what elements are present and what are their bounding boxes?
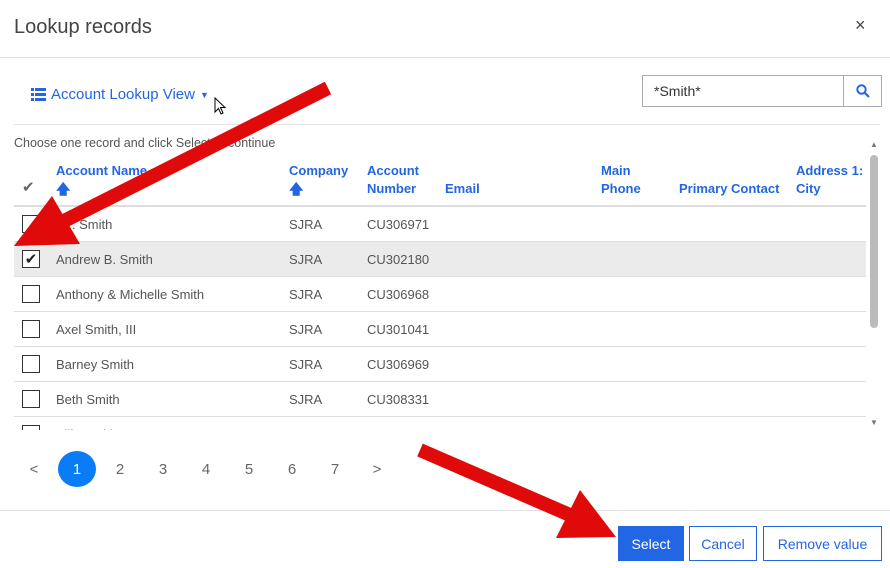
table-row[interactable]: Barney Smith SJRA CU306969 [14, 347, 866, 382]
cell-account-number: CU308331 [367, 392, 430, 407]
cell-account-name[interactable]: Beth Smith [56, 392, 120, 407]
column-header-account-name[interactable]: Account Name 🡅 [56, 162, 147, 198]
column-header-company[interactable]: Company 🡅 [289, 162, 348, 198]
dialog-title: Lookup records [14, 16, 152, 38]
row-checkbox[interactable] [22, 355, 40, 373]
header-label: Account Name [56, 163, 148, 178]
pagination-prev[interactable]: < [15, 451, 53, 487]
table-row[interactable]: Beth Smith SJRA CU308331 [14, 382, 866, 417]
search-icon [855, 84, 870, 98]
cell-company: SJRA [289, 427, 322, 430]
select-button[interactable]: Select [618, 526, 684, 561]
scrollbar-thumb[interactable] [870, 155, 878, 328]
scroll-up-icon[interactable]: ▲ [870, 140, 878, 149]
row-checkbox[interactable] [22, 320, 40, 338]
pagination-page[interactable]: 1 [58, 451, 96, 487]
search-input[interactable] [642, 75, 844, 107]
column-header-city[interactable]: Address 1: City [796, 162, 866, 198]
cell-account-number: CU306968 [367, 287, 430, 302]
table-row[interactable]: Billy Smith SJRA CU308054 [14, 417, 866, 430]
scroll-down-icon[interactable]: ▼ [870, 418, 878, 427]
pagination-page[interactable]: 3 [144, 451, 182, 487]
cell-company: SJRA [289, 392, 323, 407]
cell-account-name[interactable]: A... Smith [56, 217, 112, 232]
cell-company: SJRA [289, 252, 323, 267]
table-row[interactable]: ✔ Andrew B. Smith SJRA CU302180 [14, 242, 866, 277]
cell-company: SJRA [289, 322, 323, 337]
cell-account-name[interactable]: Andrew B. Smith [56, 252, 153, 267]
caret-down-icon: ▼ [200, 89, 209, 100]
cell-account-name[interactable]: Anthony & Michelle Smith [56, 287, 204, 302]
column-header-main-phone[interactable]: Main Phone [601, 162, 646, 198]
row-checkbox[interactable] [22, 425, 40, 430]
instruction-text: Choose one record and click Select to co… [14, 136, 276, 150]
row-checkbox[interactable]: ✔ [22, 250, 40, 268]
header-label: Company [289, 163, 349, 178]
column-header-email[interactable]: Email [445, 180, 480, 198]
pagination-page[interactable]: 2 [101, 451, 139, 487]
cell-account-number: CU306971 [367, 217, 430, 232]
divider [0, 510, 890, 511]
cell-account-number: CU308054 [367, 427, 429, 430]
list-icon [31, 88, 46, 101]
sort-ascending-icon: 🡅 [56, 181, 71, 197]
column-header-account-number[interactable]: Account Number [367, 162, 427, 198]
row-checkbox[interactable] [22, 285, 40, 303]
pagination-page[interactable]: 5 [230, 451, 268, 487]
column-header-primary-contact[interactable]: Primary Contact [679, 180, 779, 198]
row-checkbox[interactable] [22, 390, 40, 408]
search-button[interactable] [843, 75, 882, 107]
close-icon[interactable]: × [855, 15, 866, 36]
cell-company: SJRA [289, 217, 323, 232]
view-selector[interactable]: Account Lookup View ▼ [31, 86, 209, 103]
mouse-cursor-icon [214, 97, 227, 115]
table-row[interactable]: Anthony & Michelle Smith SJRA CU306968 [14, 277, 866, 312]
table-row[interactable]: Axel Smith, III SJRA CU301041 [14, 312, 866, 347]
table-row[interactable]: A... Smith SJRA CU306971 [14, 207, 866, 242]
pagination-page[interactable]: 6 [273, 451, 311, 487]
row-checkbox[interactable] [22, 215, 40, 233]
cell-account-number: CU301041 [367, 322, 430, 337]
pagination-page[interactable]: 7 [316, 451, 354, 487]
checkmark-icon: ✔ [24, 251, 38, 268]
view-label: Account Lookup View [51, 86, 195, 103]
records-grid: A... Smith SJRA CU306971 ✔ Andrew B. Smit… [0, 207, 866, 430]
divider [0, 57, 890, 58]
cell-account-number: CU302180 [367, 252, 430, 267]
cell-account-number: CU306969 [367, 357, 430, 372]
cancel-button[interactable]: Cancel [689, 526, 757, 561]
cell-account-name[interactable]: Billy Smith [56, 427, 117, 430]
pagination-next[interactable]: > [358, 451, 396, 487]
cell-company: SJRA [289, 357, 323, 372]
remove-value-button[interactable]: Remove value [763, 526, 882, 561]
sort-ascending-icon: 🡅 [289, 181, 304, 197]
divider [14, 124, 880, 125]
annotation-arrow-to-select [417, 443, 616, 538]
cell-company: SJRA [289, 287, 323, 302]
select-all-checkmark-icon[interactable]: ✔ [22, 178, 35, 196]
pagination-page[interactable]: 4 [187, 451, 225, 487]
cell-account-name[interactable]: Axel Smith, III [56, 322, 136, 337]
cell-account-name[interactable]: Barney Smith [56, 357, 134, 372]
